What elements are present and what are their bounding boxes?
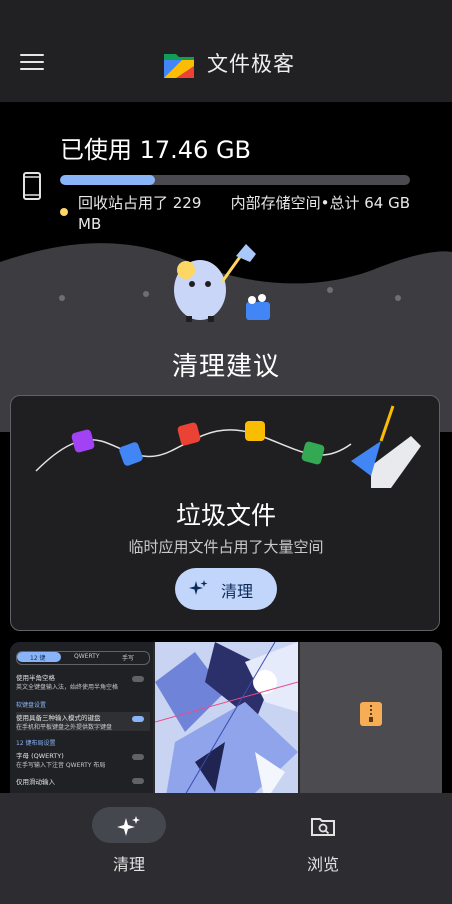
storage-progress-bar (60, 175, 410, 185)
app-bar: 文件极客 (0, 0, 452, 102)
settings-tab-qwerty: QWERTY (74, 653, 100, 660)
settings-row: 字母 (QWERTY) 在手写输入下注音 QWERTY 布局 (16, 750, 150, 769)
settings-row: 仅用滑动输入 (16, 776, 150, 786)
storage-progress-fill (60, 175, 155, 185)
phone-icon (23, 172, 41, 200)
files-app-logo-icon (164, 54, 194, 78)
settings-tab-12key: 12 键 (30, 655, 46, 662)
recycle-bin-dot-icon (60, 208, 68, 216)
settings-section-header: 12 键布局设置 (16, 740, 56, 747)
storage-used-label: 已使用 17.46 GB (60, 136, 252, 164)
clean-junk-button[interactable]: 清理 (175, 568, 277, 610)
sparkle-icon (117, 816, 140, 836)
settings-section-header: 软键盘设置 (16, 702, 47, 709)
clean-button-label: 清理 (221, 582, 254, 601)
image-thumbnail[interactable] (155, 642, 298, 812)
junk-files-title: 垃圾文件 (175, 501, 276, 530)
nav-label-browse: 浏览 (306, 855, 339, 874)
settings-tab-handwriting: 手写 (122, 655, 135, 662)
artwork-image (155, 642, 298, 812)
sparkle-icon (189, 580, 208, 595)
app-title: 文件极客 (207, 52, 295, 76)
junk-files-card[interactable]: 垃圾文件 临时应用文件占用了大量空间 清理 (10, 395, 440, 631)
internal-storage-total: 内部存储空间•总计 64 GB (230, 194, 410, 212)
settings-row: 使用具备三种输入模式的键盘 在手机和平板键盘之外提供数字键盘 (16, 712, 150, 731)
browse-icon (311, 818, 335, 836)
menu-icon[interactable] (20, 54, 44, 74)
archive-thumbnail[interactable] (300, 642, 442, 812)
nav-label-clean: 清理 (112, 855, 145, 874)
zip-file-icon (360, 702, 382, 726)
junk-files-illustration (35, 405, 421, 488)
junk-files-subtitle: 临时应用文件占用了大量空间 (128, 538, 324, 556)
nav-item-browse[interactable]: 浏览 (226, 793, 452, 904)
nav-item-clean[interactable]: 清理 (0, 793, 226, 904)
settings-row: 使用半角空格 英文全键盘输入法，始终使用半角空格 (16, 672, 150, 691)
bottom-navigation: 清理 浏览 (0, 793, 452, 904)
media-preview-card[interactable]: 12 键 QWERTY 手写 使用半角空格 英文全键盘输入法，始终使用半角空格 … (10, 642, 442, 812)
screenshot-thumbnail[interactable]: 12 键 QWERTY 手写 使用半角空格 英文全键盘输入法，始终使用半角空格 … (10, 642, 153, 812)
suggestions-title: 清理建议 (171, 352, 280, 382)
recycle-bin-usage: 回收站占用了 229 MB (78, 194, 202, 233)
